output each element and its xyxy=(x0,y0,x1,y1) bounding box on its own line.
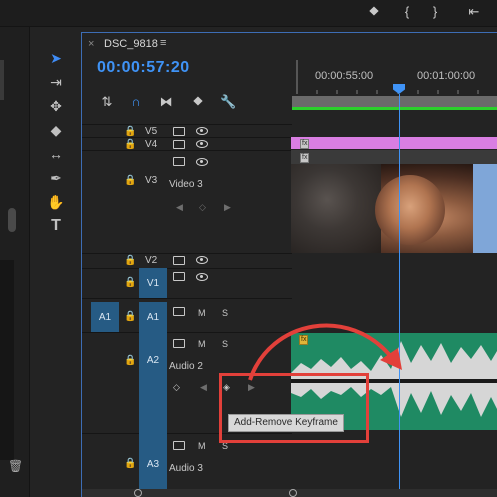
wrench-icon[interactable]: 🔧 xyxy=(220,94,236,110)
fx-badge: fx xyxy=(300,139,310,149)
source-label-a1: A1 xyxy=(98,312,112,323)
playhead-timecode[interactable]: 00:00:57:20 xyxy=(97,59,190,77)
marker-icon[interactable]: ⯁ xyxy=(190,94,206,110)
eye-icon[interactable] xyxy=(196,256,208,264)
eye-icon[interactable] xyxy=(196,140,208,148)
track-separator xyxy=(82,298,292,299)
track-separator xyxy=(82,137,292,138)
track-label-a3: A3 xyxy=(146,459,160,470)
v4-clip[interactable] xyxy=(291,137,497,149)
track-label-v4: V4 xyxy=(145,139,158,150)
bookmark-icon[interactable]: ⯁ xyxy=(366,4,382,20)
lock-icon[interactable]: 🔒 xyxy=(124,311,136,322)
tooltip: Add-Remove Keyframe xyxy=(228,414,344,432)
eye-icon[interactable] xyxy=(196,127,208,135)
trash-icon[interactable]: 🗑 xyxy=(8,459,23,473)
sync-lock-icon[interactable] xyxy=(173,339,185,348)
clip-thumbnail-detail xyxy=(375,175,445,245)
lock-icon[interactable]: 🔒 xyxy=(124,355,136,366)
playhead-line[interactable] xyxy=(399,94,400,497)
scrollbar-handle[interactable] xyxy=(134,489,142,497)
ripple-edit-icon[interactable]: ✥ xyxy=(46,96,66,116)
mute-button[interactable]: M xyxy=(198,308,206,318)
annotation-highlight-box xyxy=(219,373,369,443)
left-panel-scrollbar[interactable] xyxy=(8,208,16,232)
left-panel-edge xyxy=(0,60,4,100)
solo-button[interactable]: S xyxy=(222,308,228,318)
lock-icon[interactable]: 🔒 xyxy=(124,126,136,137)
scrollbar-handle[interactable] xyxy=(289,489,297,497)
lock-icon[interactable]: 🔒 xyxy=(124,277,136,288)
track-label-v2: V2 xyxy=(145,255,158,266)
track-separator xyxy=(82,150,292,151)
slip-tool-icon[interactable]: ↔ xyxy=(46,144,66,164)
mute-button[interactable]: M xyxy=(198,441,206,451)
sync-lock-icon[interactable] xyxy=(173,441,185,450)
prev-keyframe-icon[interactable]: ◀ xyxy=(200,382,207,393)
sync-lock-icon[interactable] xyxy=(173,307,185,316)
type-tool-icon[interactable]: T xyxy=(46,216,66,236)
hand-tool-icon[interactable]: ✋ xyxy=(46,192,66,212)
sync-lock-icon[interactable] xyxy=(173,127,185,136)
add-keyframe-icon[interactable]: ◇ xyxy=(199,202,206,213)
fx-badge: fx xyxy=(300,153,310,163)
render-bar xyxy=(292,107,497,110)
sync-lock-icon[interactable] xyxy=(173,256,185,265)
sync-lock-icon[interactable] xyxy=(173,157,185,166)
track-separator xyxy=(82,124,292,125)
snap-icon[interactable]: ∩ xyxy=(128,94,144,110)
lock-icon[interactable]: 🔒 xyxy=(124,458,136,469)
tab-menu-icon[interactable]: ≡ xyxy=(160,37,166,49)
ruler-label: 00:01:00:00 xyxy=(417,70,476,82)
sync-lock-icon[interactable] xyxy=(173,272,185,281)
mute-button[interactable]: M xyxy=(198,339,206,349)
next-keyframe-icon[interactable]: ▶ xyxy=(224,202,231,213)
lock-icon[interactable]: 🔒 xyxy=(124,255,136,266)
pen-tool-icon[interactable]: ✒ xyxy=(46,168,66,188)
sequence-tab-title[interactable]: DSC_9818 xyxy=(104,38,158,50)
track-label-a2: A2 xyxy=(146,355,160,366)
sync-lock-icon[interactable] xyxy=(173,140,185,149)
bracket-out-icon[interactable]: } xyxy=(427,4,443,20)
razor-tool-icon[interactable]: ◆ xyxy=(46,120,66,140)
left-panel-list xyxy=(0,260,14,460)
track-separator xyxy=(82,268,292,269)
track-separator xyxy=(82,253,292,254)
eye-icon[interactable] xyxy=(196,273,208,281)
selection-tool-icon[interactable]: ➤ xyxy=(46,48,66,68)
track-label-a1: A1 xyxy=(146,312,160,323)
bracket-in-icon[interactable]: { xyxy=(399,4,415,20)
track-name-audio-3: Audio 3 xyxy=(169,463,203,474)
lock-icon[interactable]: 🔒 xyxy=(124,139,136,150)
track-label-v3: V3 xyxy=(145,175,158,186)
linked-selection-icon[interactable]: ⧓ xyxy=(158,94,174,110)
lock-icon[interactable]: 🔒 xyxy=(124,175,136,186)
go-to-in-icon[interactable]: ⇤ xyxy=(466,4,482,20)
ruler-label: 00:00:55:00 xyxy=(315,70,374,82)
tab-close-icon[interactable]: × xyxy=(88,38,94,50)
eye-icon[interactable] xyxy=(196,158,208,166)
track-name-video-3: Video 3 xyxy=(169,179,203,190)
solo-button[interactable]: S xyxy=(222,339,228,349)
top-bar: ⯁ { } ⇤ xyxy=(0,0,497,27)
track-label-v5: V5 xyxy=(145,126,158,137)
track-label-v1: V1 xyxy=(146,278,160,289)
prev-keyframe-icon[interactable]: ◀ xyxy=(176,202,183,213)
track-select-icon[interactable]: ⇥ xyxy=(46,72,66,92)
nest-icon[interactable]: ⇅ xyxy=(99,94,115,110)
clip-thumbnail-detail xyxy=(291,164,381,253)
tools-panel: ➤ ⇥ ✥ ◆ ↔ ✒ ✋ T xyxy=(40,42,72,272)
show-keyframes-icon[interactable]: ◇ xyxy=(173,382,180,393)
track-name-audio-2: Audio 2 xyxy=(169,361,203,372)
adjacent-clip[interactable] xyxy=(473,164,497,253)
